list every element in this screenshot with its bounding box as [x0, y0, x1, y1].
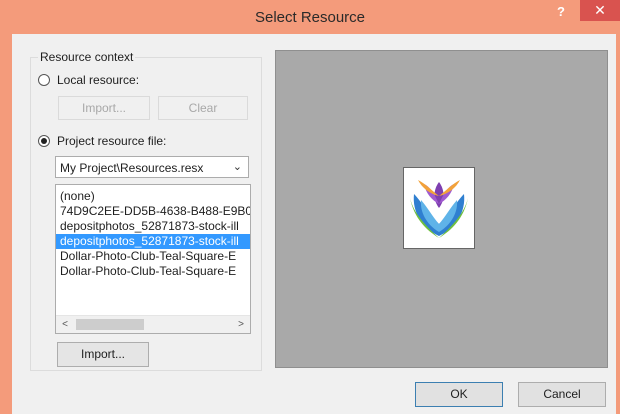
help-button[interactable]: ? — [548, 2, 574, 22]
local-import-button[interactable]: Import... — [58, 96, 150, 120]
title-bar[interactable]: Select Resource ? ✕ — [0, 0, 620, 34]
list-item[interactable]: depositphotos_52871873-stock-ill — [56, 219, 250, 234]
clear-button[interactable]: Clear — [158, 96, 248, 120]
cancel-button[interactable]: Cancel — [518, 382, 606, 407]
close-button[interactable]: ✕ — [580, 0, 620, 21]
resource-list-items: (none) 74D9C2EE-DD5B-4638-B488-E9B0 depo… — [56, 189, 250, 279]
local-resource-radio[interactable] — [38, 74, 50, 86]
ok-button[interactable]: OK — [415, 382, 503, 407]
list-item-selected[interactable]: depositphotos_52871873-stock-ill — [56, 234, 250, 249]
project-resource-label: Project resource file: — [57, 134, 167, 148]
project-resource-option[interactable]: Project resource file: — [38, 134, 166, 148]
window-title: Select Resource — [254, 9, 366, 26]
resource-file-value: My Project\Resources.resx — [60, 161, 204, 175]
list-item[interactable]: (none) — [56, 189, 250, 204]
scroll-left-icon[interactable]: < — [57, 317, 73, 332]
list-item[interactable]: Dollar-Photo-Club-Teal-Square-E — [56, 249, 250, 264]
lotus-hands-logo — [410, 180, 468, 238]
window-border-left — [0, 34, 12, 414]
project-resource-radio[interactable] — [38, 135, 50, 147]
horizontal-scrollbar[interactable]: < > — [56, 315, 250, 333]
scroll-thumb[interactable] — [76, 319, 144, 330]
import-button[interactable]: Import... — [57, 342, 149, 367]
resource-list[interactable]: (none) 74D9C2EE-DD5B-4638-B488-E9B0 depo… — [55, 184, 251, 334]
local-resource-option[interactable]: Local resource: — [38, 73, 139, 87]
window-border-right — [616, 34, 620, 414]
chevron-down-icon: ⌄ — [232, 161, 242, 173]
select-resource-dialog: Select Resource ? ✕ Resource context Loc… — [0, 0, 620, 414]
list-item[interactable]: Dollar-Photo-Club-Teal-Square-E — [56, 264, 250, 279]
resource-context-legend: Resource context — [38, 50, 136, 64]
list-item[interactable]: 74D9C2EE-DD5B-4638-B488-E9B0 — [56, 204, 250, 219]
scroll-right-icon[interactable]: > — [233, 317, 249, 332]
preview-thumbnail — [403, 167, 475, 249]
resource-file-select[interactable]: My Project\Resources.resx ⌄ — [55, 156, 249, 178]
local-resource-label: Local resource: — [57, 73, 140, 87]
